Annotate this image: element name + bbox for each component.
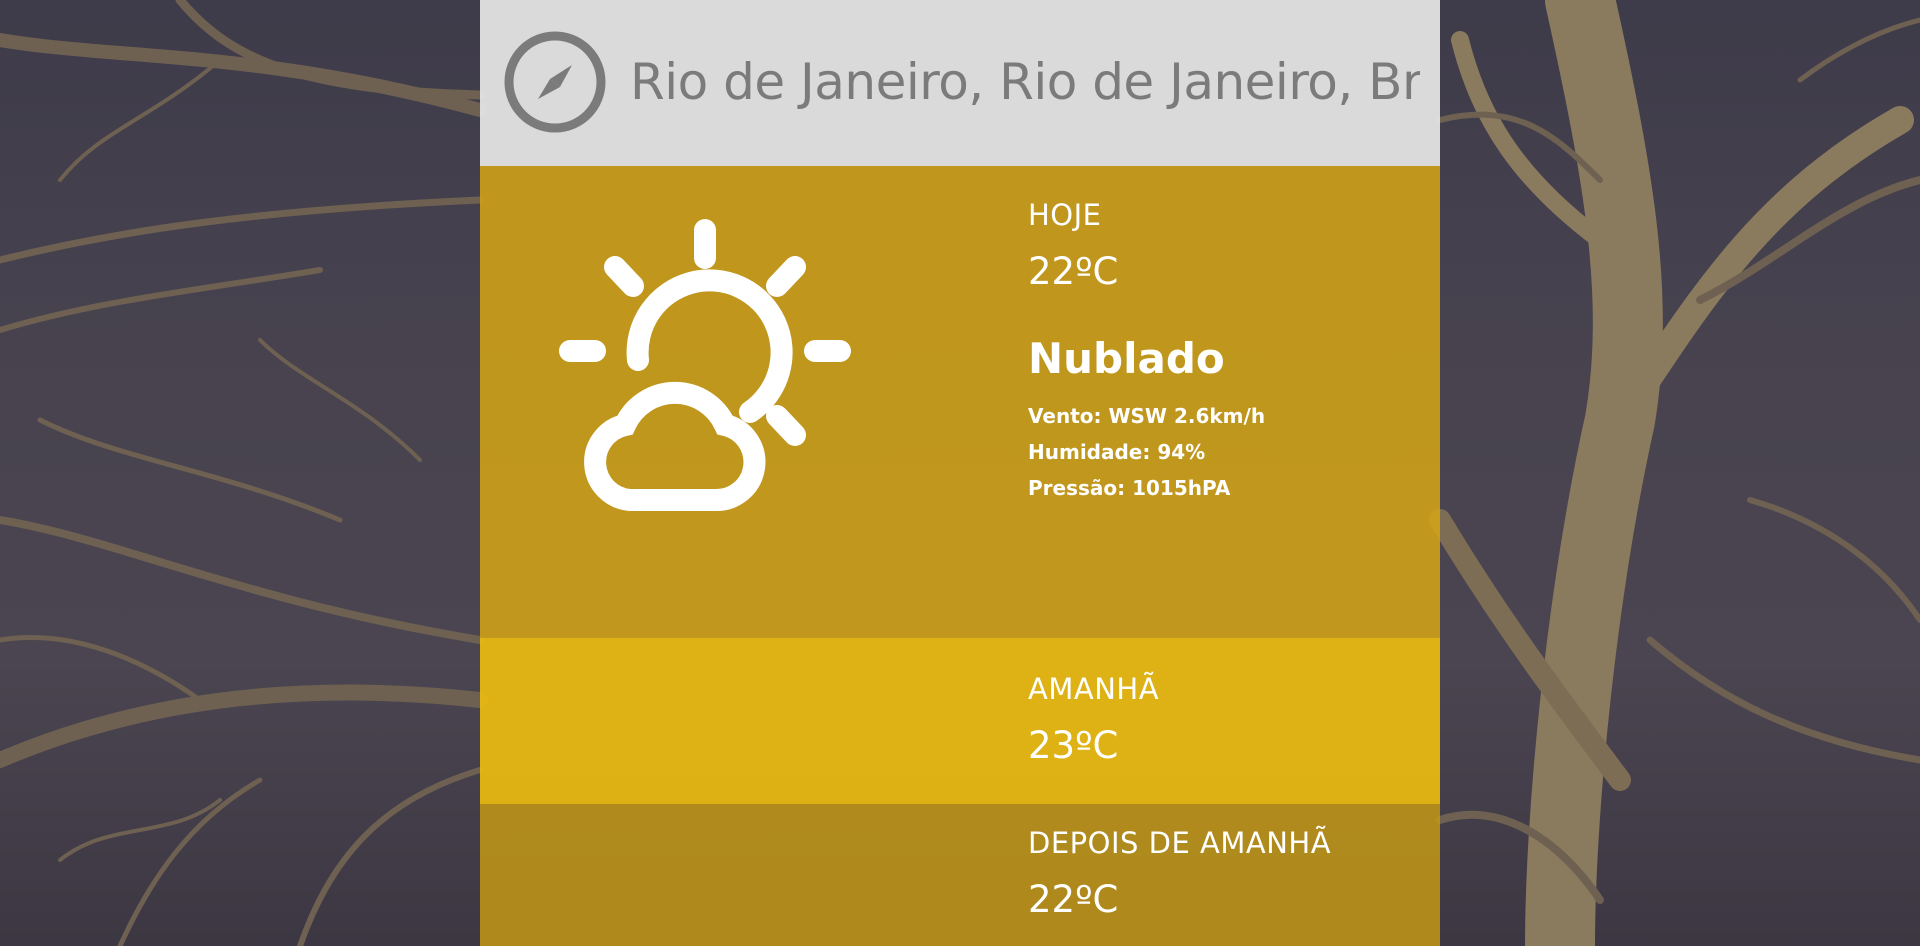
location-header: Rio de Janeiro, Rio de Janeiro, Br — [480, 0, 1440, 166]
humidity-info: Humidade: 94% — [1028, 440, 1206, 464]
tomorrow-temperature: 23ºC — [1028, 724, 1119, 767]
today-condition: Nublado — [1028, 334, 1225, 383]
weather-panel: Rio de Janeiro, Rio de Janeiro, Br HOJE … — [480, 0, 1440, 946]
day-after-forecast: DEPOIS DE AMANHÃ 22ºC — [480, 804, 1440, 946]
day-after-label: DEPOIS DE AMANHÃ — [1028, 826, 1332, 860]
today-temperature: 22ºC — [1028, 250, 1119, 293]
today-label: HOJE — [1028, 198, 1102, 232]
compass-icon[interactable] — [502, 29, 608, 135]
tomorrow-forecast: AMANHÃ 23ºC — [480, 638, 1440, 804]
today-forecast: HOJE 22ºC Nublado Vento: WSW 2.6km/h Hum… — [480, 166, 1440, 638]
location-title: Rio de Janeiro, Rio de Janeiro, Br — [630, 53, 1420, 111]
pressure-info: Pressão: 1015hPA — [1028, 476, 1231, 500]
tomorrow-label: AMANHÃ — [1028, 672, 1160, 706]
wind-info: Vento: WSW 2.6km/h — [1028, 404, 1266, 428]
partly-cloudy-icon — [559, 219, 851, 511]
day-after-temperature: 22ºC — [1028, 878, 1119, 921]
